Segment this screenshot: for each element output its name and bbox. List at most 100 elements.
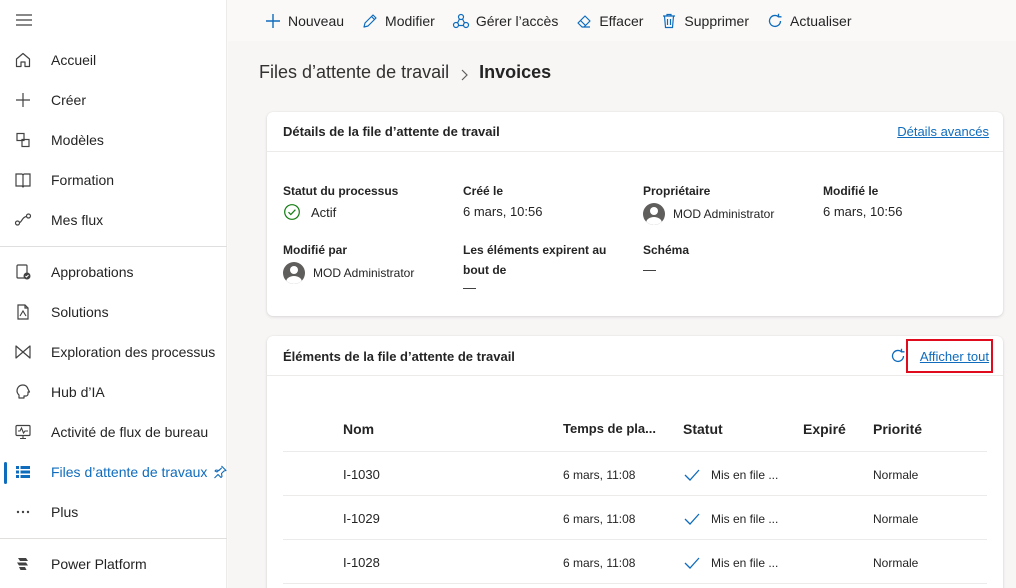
nav-label: Hub d’IA: [51, 384, 105, 400]
table-row[interactable]: I-1029 6 mars, 11:08 Mis en file ... Nor…: [283, 496, 987, 540]
nav-item-process-mining[interactable]: Exploration des processus: [0, 332, 227, 372]
created-field: Créé le 6 mars, 10:56: [463, 181, 543, 219]
cell-name: I-1029: [343, 511, 380, 526]
modified-by-field: Modifié par MOD Administrator: [283, 240, 414, 284]
column-header-time[interactable]: Temps de pla...: [563, 421, 656, 436]
table-row[interactable]: I-1030 6 mars, 11:08 Mis en file ... Nor…: [283, 452, 987, 496]
avatar: [283, 262, 305, 284]
more-icon: [14, 503, 32, 521]
nav-label: Créer: [51, 92, 87, 108]
breadcrumb-parent[interactable]: Files d’attente de travail: [259, 62, 449, 83]
owner-value-row: MOD Administrator: [643, 203, 774, 225]
show-all-link[interactable]: Afficher tout: [920, 349, 989, 364]
process-status-value: Actif: [311, 204, 337, 220]
breadcrumb: Files d’attente de travail Invoices: [259, 62, 551, 83]
nav-item-templates[interactable]: Modèles: [0, 120, 227, 160]
templates-icon: [14, 131, 32, 149]
check-circle-icon: [283, 203, 301, 221]
eraser-icon: [575, 12, 593, 30]
clear-button-label: Effacer: [599, 12, 644, 29]
column-header-status[interactable]: Statut: [683, 421, 723, 437]
hamburger-menu-icon[interactable]: [14, 10, 34, 30]
expire-label-line1: Les éléments expirent au: [463, 243, 607, 257]
nav-item-approvals[interactable]: Approbations: [0, 252, 227, 292]
nav-item-my-flows[interactable]: Mes flux: [0, 200, 227, 240]
cell-time: 6 mars, 11:08: [563, 512, 636, 526]
queue-items-card-title: Éléments de la file d’attente de travail: [283, 349, 515, 364]
left-nav: Accueil Créer Modèles Formation Mes flux…: [0, 0, 227, 588]
nav-label: Approbations: [51, 264, 134, 280]
cell-status: Mis en file ...: [683, 556, 778, 570]
solutions-icon: [14, 303, 32, 321]
nav-item-ai-hub[interactable]: Hub d’IA: [0, 372, 227, 412]
nav-item-desktop-flow-activity[interactable]: Activité de flux de bureau: [0, 412, 227, 452]
new-button-label: Nouveau: [288, 12, 345, 29]
nav-divider: [0, 246, 227, 247]
refresh-icon: [766, 12, 784, 30]
nav-label: Exploration des processus: [51, 344, 216, 360]
column-header-name[interactable]: Nom: [343, 421, 374, 437]
check-icon: [684, 469, 700, 481]
book-icon: [14, 171, 32, 189]
cell-priority: Normale: [873, 556, 919, 570]
owner-field: Propriétaire MOD Administrator: [643, 181, 774, 225]
expire-value: —: [463, 280, 476, 295]
details-card-title: Détails de la file d’attente de travail: [283, 124, 500, 139]
edit-button[interactable]: Modifier: [361, 6, 435, 36]
details-card-header: Détails de la file d’attente de travail …: [267, 112, 1003, 152]
nav-item-create[interactable]: Créer: [0, 80, 227, 120]
nav-label: Power Platform: [51, 556, 147, 572]
clear-button[interactable]: Effacer: [575, 6, 643, 36]
nav-item-learning[interactable]: Formation: [0, 160, 227, 200]
expire-field: Les éléments expirent au bout de —: [463, 240, 606, 295]
refresh-icon[interactable]: [889, 347, 907, 365]
table-header: Nom Temps de pla... Statut Expiré Priori…: [283, 408, 987, 452]
refresh-button[interactable]: Actualiser: [766, 6, 851, 36]
nav-item-home[interactable]: Accueil: [0, 40, 227, 80]
cell-status-text: Mis en file ...: [711, 556, 779, 570]
edit-button-label: Modifier: [385, 12, 435, 29]
trash-icon: [660, 12, 678, 30]
nav-label: Formation: [51, 172, 115, 188]
cell-status-text: Mis en file ...: [711, 468, 779, 482]
desktop-activity-icon: [14, 423, 32, 441]
nav-label: Plus: [51, 504, 79, 520]
cell-status: Mis en file ...: [683, 512, 778, 526]
check-icon: [684, 513, 700, 525]
modified-by-value: MOD Administrator: [313, 266, 415, 280]
pin-icon[interactable]: [212, 464, 228, 480]
schema-value: —: [643, 262, 656, 277]
new-button[interactable]: Nouveau: [264, 6, 344, 36]
owner-value: MOD Administrator: [673, 207, 775, 221]
column-header-expired[interactable]: Expiré: [803, 421, 846, 437]
cell-name: I-1028: [343, 555, 380, 570]
created-value: 6 mars, 10:56: [463, 204, 543, 219]
nav-item-work-queues[interactable]: Files d’attente de travaux: [0, 452, 227, 492]
schema-label: Schéma: [643, 243, 690, 257]
column-header-priority[interactable]: Priorité: [873, 421, 922, 437]
nav-item-solutions[interactable]: Solutions: [0, 292, 227, 332]
check-icon: [684, 557, 700, 569]
ai-hub-icon: [14, 383, 32, 401]
process-status-label: Statut du processus: [283, 184, 399, 198]
nav-divider: [0, 538, 227, 539]
modified-label: Modifié le: [823, 184, 879, 198]
queue-items-card: Éléments de la file d’attente de travail…: [267, 336, 1003, 588]
manage-access-button-label: Gérer l’accès: [475, 12, 559, 29]
modified-field: Modifié le 6 mars, 10:56: [823, 181, 903, 219]
avatar: [643, 203, 665, 225]
advanced-details-link[interactable]: Détails avancés: [897, 124, 989, 139]
created-label: Créé le: [463, 184, 504, 198]
nav-item-power-platform[interactable]: Power Platform: [0, 544, 227, 584]
cell-time: 6 mars, 11:08: [563, 556, 636, 570]
chevron-right-icon: [459, 66, 469, 80]
modified-by-label: Modifié par: [283, 243, 348, 257]
nav-label: Files d’attente de travaux: [51, 464, 208, 480]
home-icon: [14, 51, 32, 69]
delete-button[interactable]: Supprimer: [660, 6, 749, 36]
owner-label: Propriétaire: [643, 184, 711, 198]
table-row[interactable]: I-1028 6 mars, 11:08 Mis en file ... Nor…: [283, 540, 987, 584]
cell-priority: Normale: [873, 512, 919, 526]
nav-item-more[interactable]: Plus: [0, 492, 227, 532]
manage-access-button[interactable]: Gérer l’accès: [452, 6, 558, 36]
